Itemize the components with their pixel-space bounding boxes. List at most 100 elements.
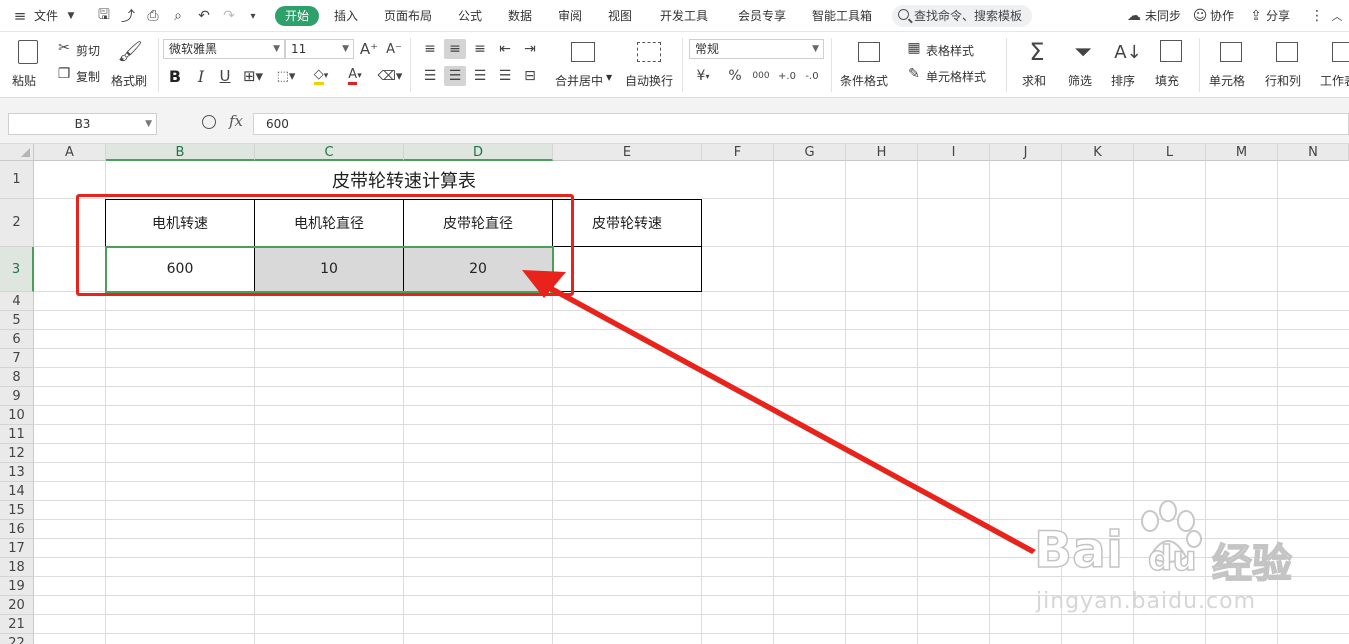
row-header-3[interactable]: 3 — [0, 247, 34, 292]
row-header-11[interactable]: 11 — [0, 425, 34, 444]
row-header-4[interactable]: 4 — [0, 292, 34, 311]
column-header-b[interactable]: B — [106, 144, 255, 161]
collaborate-icon[interactable]: ☺ — [1193, 8, 1208, 24]
tab-home[interactable]: 开始 — [275, 6, 319, 26]
column-header-k[interactable]: K — [1062, 144, 1134, 161]
font-size-select[interactable]: 11 ▼ — [285, 39, 354, 59]
cut-icon[interactable]: ✂ — [56, 40, 72, 56]
increase-font-icon[interactable]: A⁺ — [360, 40, 378, 58]
command-search[interactable]: 查找命令、搜索模板 — [892, 5, 1032, 27]
row-header-18[interactable]: 18 — [0, 558, 34, 577]
font-name-select[interactable]: 微软雅黑 ▼ — [163, 39, 285, 59]
column-header-n[interactable]: N — [1278, 144, 1349, 161]
cell-button[interactable]: 单元格 — [1206, 38, 1256, 92]
hamburger-menu-icon[interactable]: ≡ — [12, 7, 28, 25]
align-bottom-icon[interactable]: ≡ — [470, 39, 490, 59]
row-header-14[interactable]: 14 — [0, 482, 34, 501]
bold-button[interactable]: B — [166, 66, 184, 86]
conditional-format-button[interactable]: 条件格式 — [838, 38, 900, 92]
percent-button[interactable]: % — [726, 66, 744, 86]
eraser-icon[interactable]: ⌫▾ — [377, 66, 403, 86]
quick-access-more-icon[interactable]: ▾ — [246, 8, 260, 24]
wrap-text-button[interactable]: 自动换行 — [622, 38, 676, 92]
cloud-sync-icon[interactable]: ☁ — [1126, 8, 1142, 24]
spreadsheet-grid[interactable]: A B C D E F G H I J K L M N 1 2 3 4 5 6 … — [0, 144, 1349, 644]
tab-page-layout[interactable]: 页面布局 — [384, 7, 432, 25]
column-header-m[interactable]: M — [1206, 144, 1278, 161]
row-header-6[interactable]: 6 — [0, 330, 34, 349]
thousands-separator-button[interactable]: 000 — [750, 66, 772, 86]
save-icon[interactable]: 🖫 — [96, 7, 112, 24]
copy-button[interactable]: 复制 — [76, 68, 100, 85]
row-header-22[interactable]: 22 — [0, 634, 34, 644]
row-header-13[interactable]: 13 — [0, 463, 34, 482]
row-header-5[interactable]: 5 — [0, 311, 34, 330]
tab-insert[interactable]: 插入 — [334, 7, 358, 25]
zoom-icon[interactable] — [202, 115, 216, 129]
tab-member[interactable]: 会员专享 — [738, 7, 786, 25]
sum-button[interactable]: Σ 求和 — [1016, 38, 1058, 92]
cell-style-icon[interactable]: ✎ — [906, 66, 922, 82]
column-header-h[interactable]: H — [846, 144, 918, 161]
decrease-decimal-button[interactable]: -.0 — [801, 66, 823, 86]
chevron-down-icon[interactable]: ▼ — [66, 10, 76, 22]
italic-button[interactable]: I — [192, 66, 210, 86]
column-header-l[interactable]: L — [1134, 144, 1206, 161]
indent-decrease-icon[interactable]: ⇤ — [495, 39, 515, 59]
table-style-button[interactable]: 表格样式 — [926, 42, 974, 59]
collapse-ribbon-icon[interactable]: ︿ — [1330, 8, 1344, 24]
cut-button[interactable]: 剪切 — [76, 42, 100, 59]
tab-developer[interactable]: 开发工具 — [660, 7, 708, 25]
copy-icon[interactable]: ❐ — [56, 66, 72, 82]
format-painter-button[interactable]: 🖌 格式刷 — [110, 38, 150, 92]
sort-button[interactable]: A↓ 排序 — [1107, 38, 1149, 92]
file-menu[interactable]: 文件 — [34, 7, 58, 25]
column-header-c[interactable]: C — [255, 144, 404, 161]
row-header-21[interactable]: 21 — [0, 615, 34, 634]
table-style-icon[interactable]: ▦ — [906, 40, 922, 56]
row-header-8[interactable]: 8 — [0, 368, 34, 387]
select-all-corner[interactable] — [0, 144, 34, 161]
column-header-d[interactable]: D — [404, 144, 553, 161]
tab-view[interactable]: 视图 — [608, 7, 632, 25]
row-header-7[interactable]: 7 — [0, 349, 34, 368]
distribute-icon[interactable]: ⊟ — [520, 66, 540, 86]
currency-button[interactable]: ¥ ▾ — [692, 66, 714, 86]
insert-function-button[interactable]: fx — [229, 112, 243, 130]
name-box[interactable]: B3 ▼ — [8, 113, 157, 135]
worksheet-button[interactable]: 工作表 — [1318, 38, 1349, 92]
align-middle-icon[interactable]: ≡ — [444, 39, 466, 59]
row-header-12[interactable]: 12 — [0, 444, 34, 463]
share-button[interactable]: 分享 — [1266, 7, 1290, 25]
row-header-17[interactable]: 17 — [0, 539, 34, 558]
column-header-a[interactable]: A — [34, 144, 106, 161]
row-header-20[interactable]: 20 — [0, 596, 34, 615]
cell-e3-value[interactable] — [553, 247, 701, 291]
merge-center-button[interactable]: 合并居中 ▼ — [552, 38, 614, 92]
cell-e2-header[interactable]: 皮带轮转速 — [553, 199, 701, 246]
row-col-button[interactable]: 行和列 — [1262, 38, 1312, 92]
row-header-10[interactable]: 10 — [0, 406, 34, 425]
font-color-icon[interactable]: A ▾ — [342, 66, 368, 86]
export-icon[interactable]: ⤴ — [120, 8, 136, 25]
fill-color-icon[interactable]: ◇ ▾ — [308, 66, 334, 86]
sync-status[interactable]: 未同步 — [1145, 7, 1181, 25]
underline-button[interactable]: U — [216, 66, 234, 86]
justify-icon[interactable]: ☰ — [495, 66, 515, 86]
tab-smart-toolbox[interactable]: 智能工具箱 — [812, 7, 872, 25]
print-icon[interactable]: ⎙ — [145, 8, 161, 24]
indent-increase-icon[interactable]: ⇥ — [520, 39, 540, 59]
share-icon[interactable]: ⇪ — [1248, 8, 1264, 24]
tab-review[interactable]: 审阅 — [558, 7, 582, 25]
row-header-1[interactable]: 1 — [0, 161, 34, 199]
row-header-16[interactable]: 16 — [0, 520, 34, 539]
formula-input[interactable]: 600 — [253, 113, 1349, 135]
column-header-e[interactable]: E — [553, 144, 702, 161]
undo-icon[interactable]: ↶ — [196, 8, 212, 24]
row-header-2[interactable]: 2 — [0, 199, 34, 247]
row-header-15[interactable]: 15 — [0, 501, 34, 520]
align-top-icon[interactable]: ≡ — [420, 39, 440, 59]
more-options-icon[interactable]: ⋮ — [1310, 8, 1324, 24]
column-header-j[interactable]: J — [990, 144, 1062, 161]
fill-style-icon[interactable]: ⬚▾ — [274, 66, 298, 86]
